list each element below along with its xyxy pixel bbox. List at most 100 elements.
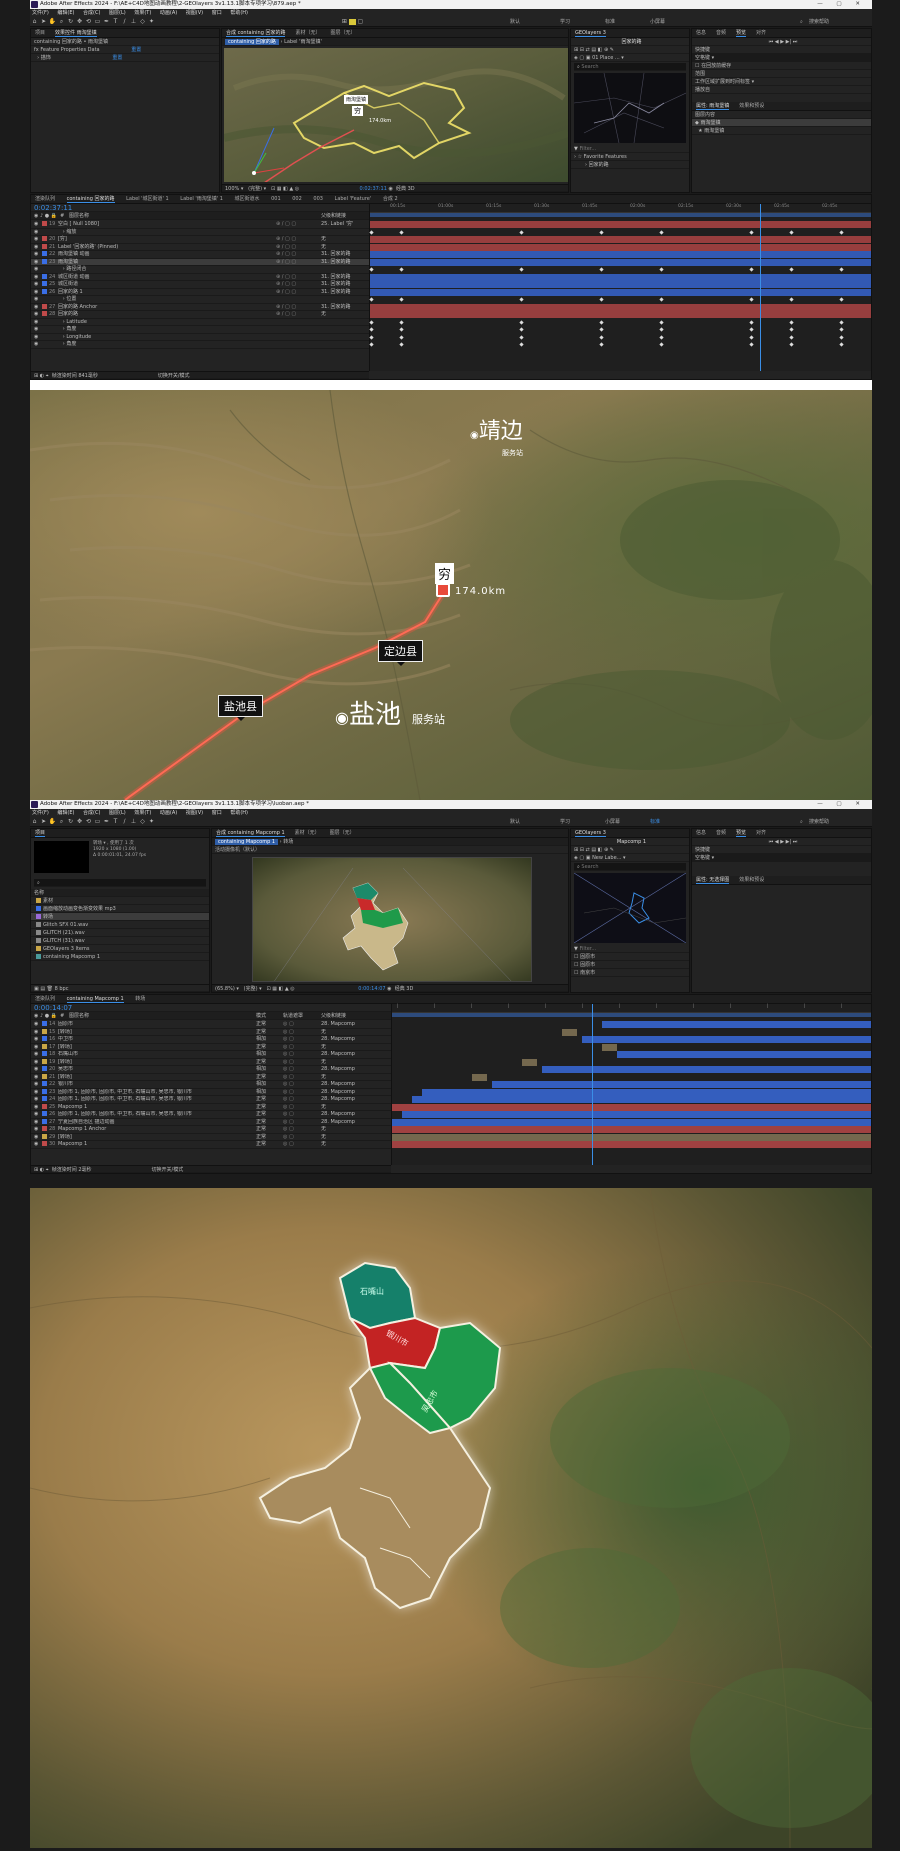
eye-icon[interactable]: ◉	[34, 1134, 38, 1140]
track[interactable]	[392, 1051, 871, 1058]
eye-icon[interactable]: ◉	[34, 1081, 38, 1087]
eye-icon[interactable]: ◉	[34, 1141, 38, 1147]
keyframe[interactable]	[369, 334, 374, 340]
track[interactable]	[370, 251, 871, 258]
puppet-tool-icon[interactable]: ✦	[147, 817, 156, 827]
layer-row[interactable]: ◉ 22 银川市 相加 ◎ ▢ 28. Mapcomp	[31, 1081, 391, 1089]
label-color[interactable]	[41, 258, 47, 264]
label-color[interactable]	[41, 1103, 47, 1109]
comp-subtab[interactable]: 转场	[283, 839, 293, 845]
eye-icon[interactable]: ◉	[34, 229, 38, 235]
switches[interactable]: ⊕ / ▢ ▢	[276, 289, 296, 297]
layer-bar[interactable]	[602, 1043, 617, 1051]
select-tool-icon[interactable]: ➤	[39, 17, 48, 27]
track[interactable]	[392, 1081, 871, 1088]
mode-dropdown[interactable]: 正常	[256, 1126, 266, 1134]
text-tool-icon[interactable]: T	[111, 17, 120, 27]
geolayers-map-preview[interactable]	[574, 73, 686, 143]
workspace-default[interactable]: 默认	[510, 17, 520, 27]
menu-edit[interactable]: 编辑(E)	[57, 10, 74, 16]
mode-dropdown[interactable]: 正常	[256, 1119, 266, 1127]
layer-row[interactable]: ◉ 30 Mapcomp 1 正常 ◎ ▢ 无	[31, 1141, 391, 1149]
keyframe[interactable]	[399, 297, 404, 302]
eye-icon[interactable]: ◉	[34, 1119, 38, 1125]
menu-view[interactable]: 视图(V)	[186, 810, 203, 816]
parent-dropdown[interactable]: 无	[321, 1074, 326, 1082]
trkmat-icon[interactable]: ◎ ▢	[283, 1096, 294, 1104]
trkmat-icon[interactable]: ◎ ▢	[283, 1036, 294, 1044]
geolayers-filter[interactable]: ▼ Filter...	[571, 145, 689, 153]
trkmat-icon[interactable]: ◎ ▢	[283, 1066, 294, 1074]
track[interactable]	[370, 303, 871, 311]
trkmat-icon[interactable]: ◎ ▢	[283, 1126, 294, 1134]
eye-icon[interactable]: ◉	[34, 1096, 38, 1102]
workspace-standard[interactable]: 标准	[605, 17, 615, 27]
parent-dropdown[interactable]: 无	[321, 311, 326, 319]
track[interactable]	[370, 273, 871, 281]
mode-dropdown[interactable]: 相加	[256, 1066, 266, 1074]
label-color[interactable]	[41, 251, 47, 256]
track[interactable]	[392, 1043, 871, 1051]
timeline-tab[interactable]: Label '城区街道' 1	[126, 196, 169, 202]
shortcut-dropdown[interactable]: 空格键 ▾	[692, 854, 871, 862]
project-item[interactable]: containing Mapcomp 1	[31, 953, 209, 961]
keyframe[interactable]	[519, 319, 524, 325]
layer-row[interactable]: ◉ 22 雨淘堡镇 动画 ⊕ / ▢ ▢ 31. 回家的路	[31, 251, 369, 259]
reset-link[interactable]: 重置	[112, 55, 122, 61]
menu-effect[interactable]: 效果(T)	[134, 810, 151, 816]
brush-tool-icon[interactable]: ∕	[120, 17, 129, 27]
keyframe[interactable]	[599, 334, 604, 340]
timeline-tracks[interactable]: 00:15s 01:00s 01:15s 01:30s 01:45s 02:00s 02:1…	[369, 204, 871, 371]
track[interactable]	[369, 266, 871, 273]
home-icon[interactable]: ⌂	[30, 817, 39, 827]
track[interactable]	[392, 1073, 871, 1081]
label-color[interactable]	[41, 1081, 47, 1086]
label-color[interactable]	[41, 1066, 47, 1071]
menu-layer[interactable]: 图层(L)	[109, 810, 126, 816]
track[interactable]	[370, 311, 871, 318]
eye-icon[interactable]: ◉	[34, 1066, 38, 1072]
parent-dropdown[interactable]: 无	[321, 244, 326, 252]
timeline-tab-main[interactable]: containing 回家的路	[66, 196, 115, 203]
mode-dropdown[interactable]: 相加	[256, 1089, 266, 1097]
eraser-tool-icon[interactable]: ◇	[138, 817, 147, 827]
menu-window[interactable]: 窗口	[212, 10, 222, 16]
snap-icon[interactable]: ⊞	[340, 17, 349, 27]
keyframe[interactable]	[599, 297, 604, 302]
label-color[interactable]	[41, 1036, 47, 1041]
layer-content-item[interactable]: ★ 雨淘堡镇	[692, 127, 871, 135]
label-color[interactable]	[41, 243, 47, 249]
eye-icon[interactable]: ◉	[34, 236, 38, 242]
keyframe[interactable]	[789, 342, 794, 347]
parent-dropdown[interactable]: 31. 回家的路	[321, 259, 351, 267]
rotate-tool-icon[interactable]: ⟲	[84, 17, 93, 27]
reset-link[interactable]: 重置	[131, 47, 141, 53]
trkmat-icon[interactable]: ◎ ▢	[283, 1059, 294, 1067]
viewer-timecode[interactable]: 0:02:37:11	[360, 186, 387, 192]
timeline-tab[interactable]: 001	[271, 196, 281, 202]
eye-icon[interactable]: ◉	[34, 274, 38, 280]
geolayers-list-item[interactable]: ☐ 固原市	[571, 961, 689, 969]
trkmat-icon[interactable]: ◎ ▢	[283, 1074, 294, 1082]
layer-row[interactable]: ◉ 14 固原市 正常 ◎ ▢ 28. Mapcomp	[31, 1021, 391, 1029]
help-search-input[interactable]: 搜索帮助	[809, 817, 829, 827]
puppet-tool-icon[interactable]: ✦	[147, 17, 156, 27]
audio-tab[interactable]: 音频	[716, 30, 726, 36]
geolayers-filter[interactable]: ▼ Filter...	[571, 945, 689, 953]
label-color[interactable]	[41, 1141, 47, 1146]
eye-icon[interactable]: ◉	[34, 1089, 38, 1095]
keyframe[interactable]	[369, 229, 374, 235]
effects-row-properties[interactable]: fx Feature Properties Data 重置	[31, 46, 219, 54]
parent-dropdown[interactable]: 28. Mapcomp	[321, 1081, 355, 1089]
comp-breadcrumb[interactable]: containing Mapcomp 1	[215, 839, 279, 845]
keyframe[interactable]	[659, 342, 664, 347]
align-tab[interactable]: 对齐	[756, 30, 766, 36]
mode-dropdown[interactable]: 正常	[256, 1021, 266, 1029]
layer-bar[interactable]	[582, 1036, 871, 1043]
layer-bar[interactable]	[370, 288, 871, 296]
geolayers-fav-item[interactable]: › 回家的路	[571, 161, 689, 169]
layer-row[interactable]: ◉ 27 回家的路 Anchor ⊕ / ▢ ▢ 31. 回家的路	[31, 303, 369, 311]
workspace-default[interactable]: 默认	[510, 817, 520, 827]
parent-dropdown[interactable]: 无	[321, 236, 326, 244]
geolayers-place-dropdown[interactable]: New Labe...	[592, 855, 621, 861]
